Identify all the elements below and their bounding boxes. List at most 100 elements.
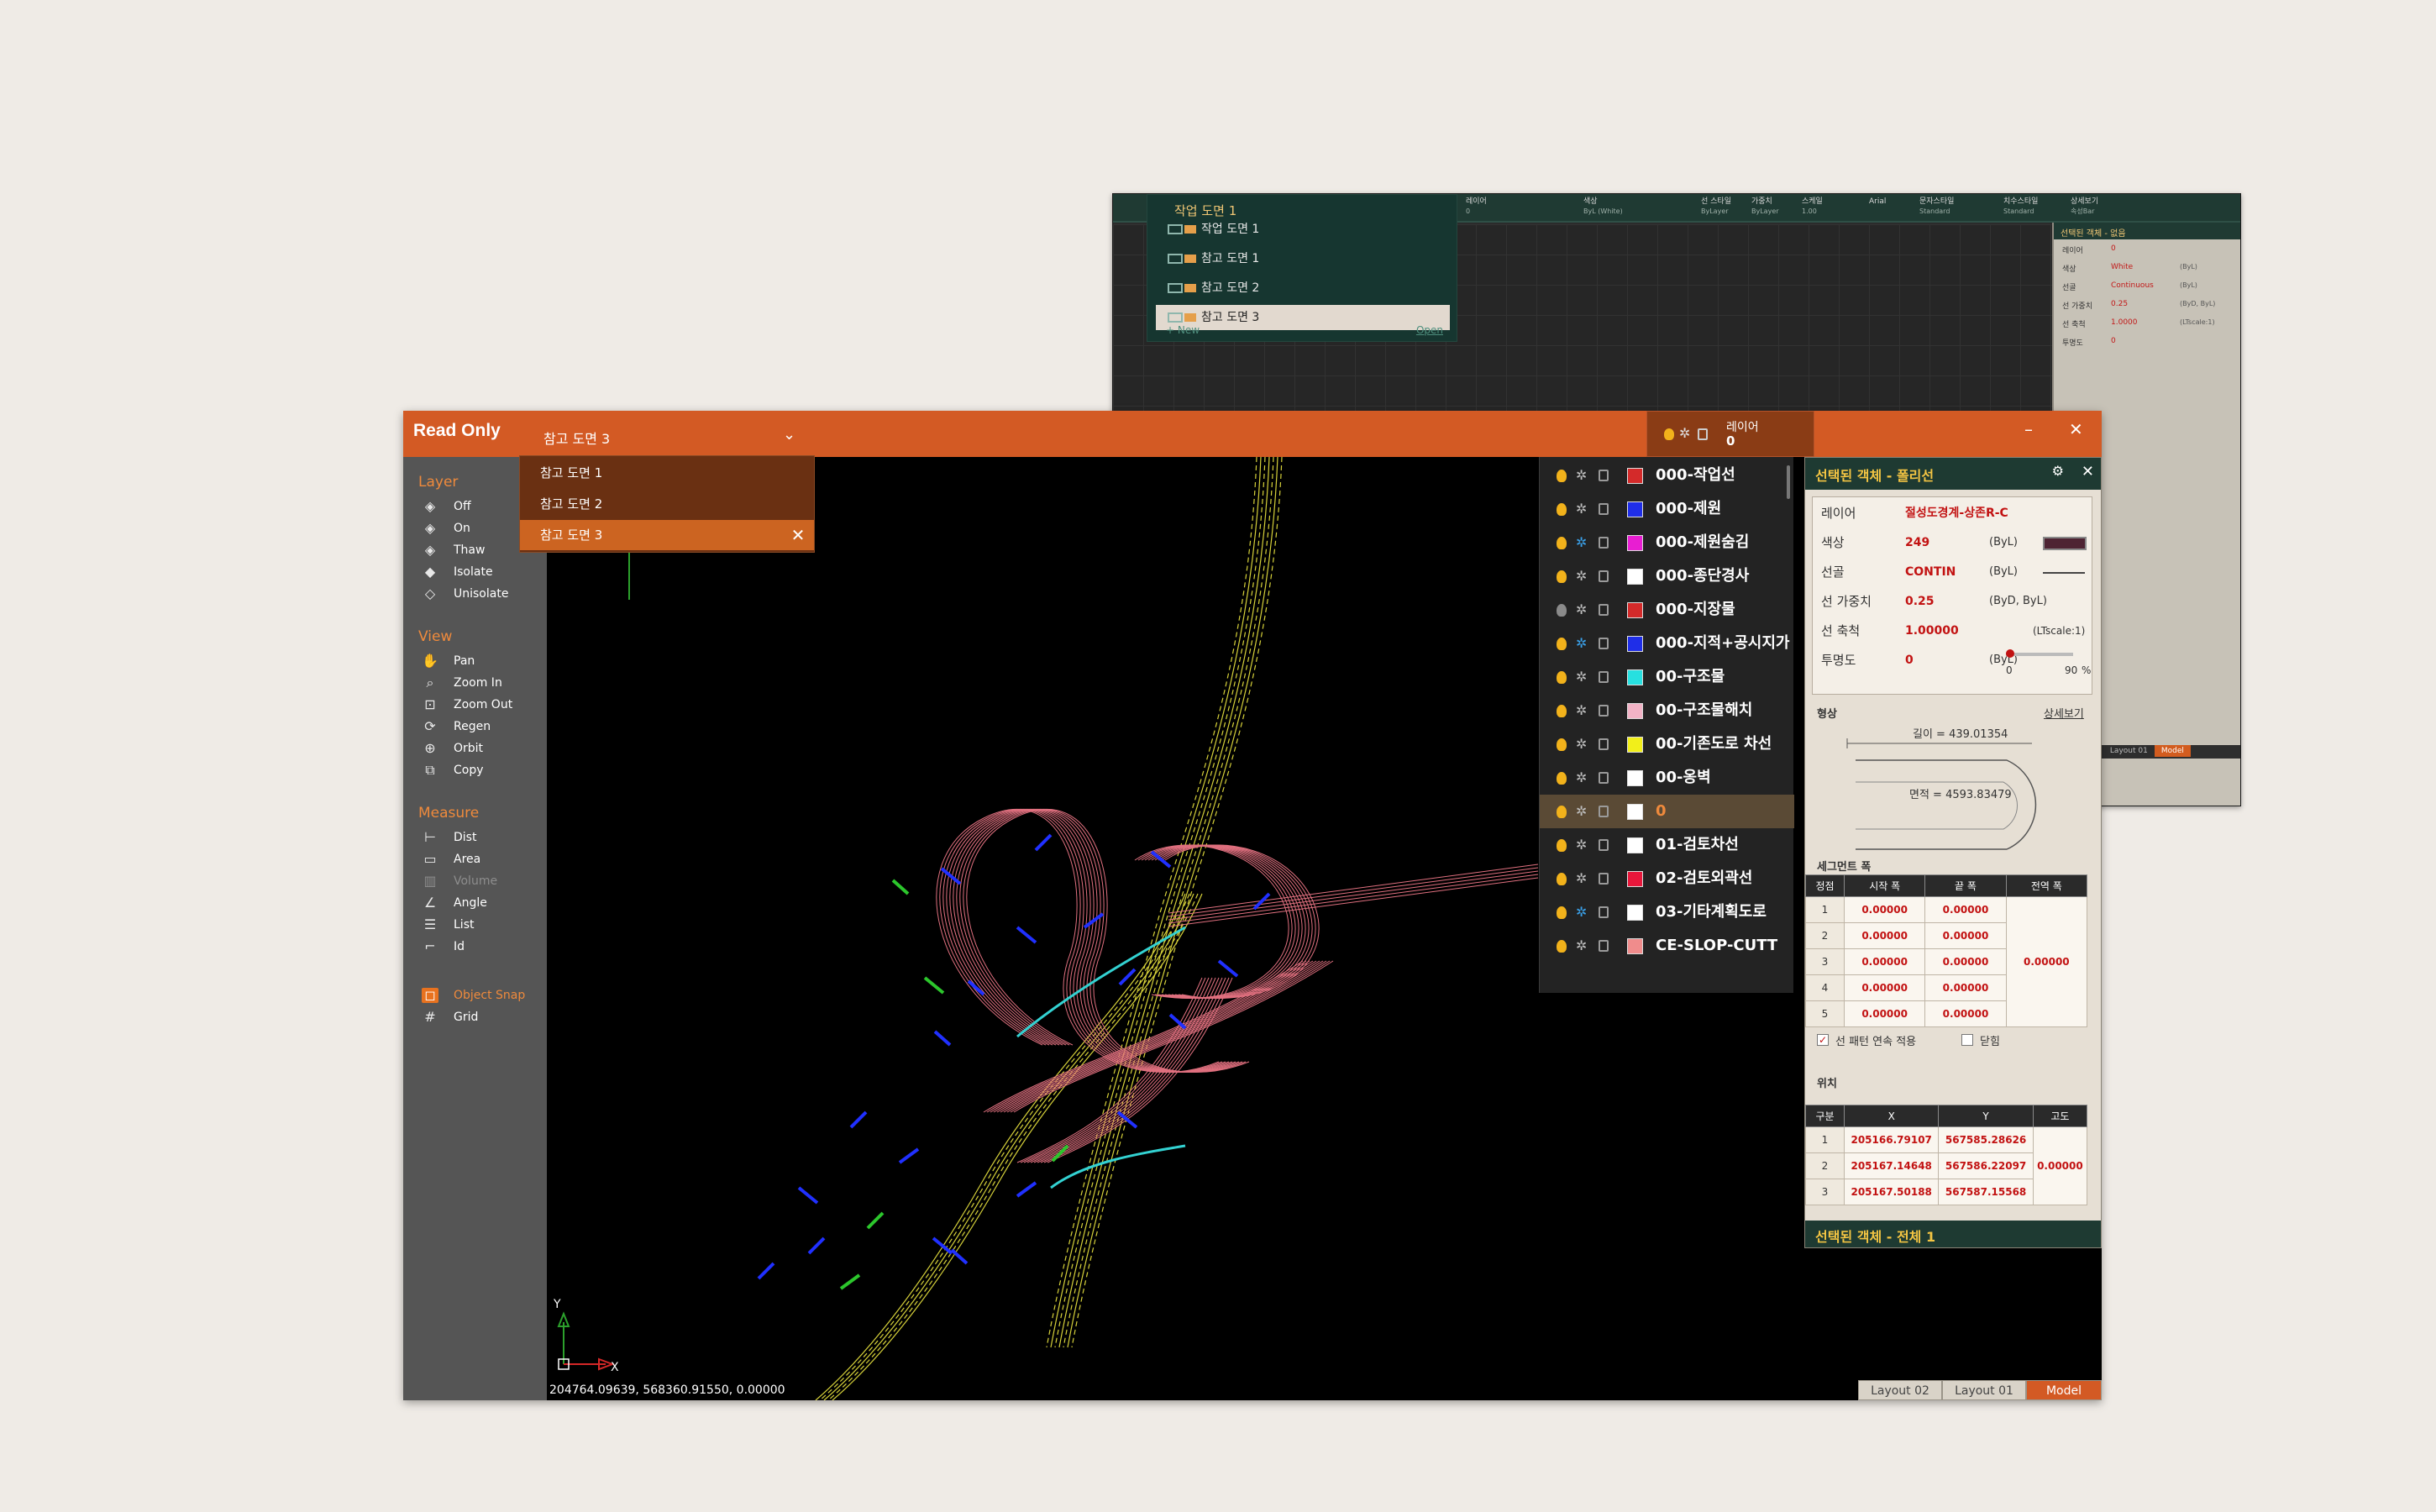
- back-drawing-item[interactable]: 작업 도면 1: [1156, 217, 1450, 242]
- start-width[interactable]: 0.00000: [1843, 948, 1926, 975]
- property-value[interactable]: 0: [1905, 648, 1914, 673]
- x-coordinate[interactable]: 205166.79107: [1843, 1126, 1940, 1153]
- lock-icon[interactable]: [1599, 604, 1609, 616]
- layer-color-swatch[interactable]: [1627, 569, 1643, 585]
- bulb-icon[interactable]: [1557, 470, 1567, 482]
- slider-knob[interactable]: [2006, 649, 2014, 658]
- back-drawing-item[interactable]: 참고 도면 3: [1156, 305, 1450, 330]
- close-icon[interactable]: ✕: [2082, 463, 2094, 480]
- elevation[interactable]: 0.00000: [2032, 1126, 2088, 1205]
- bulb-icon[interactable]: [1557, 604, 1567, 617]
- layer-color-swatch[interactable]: [1627, 636, 1643, 652]
- layer-row[interactable]: ✲ 000-지적+공시지가: [1540, 627, 1794, 660]
- lock-icon[interactable]: [1599, 537, 1609, 549]
- bulb-icon[interactable]: [1557, 570, 1567, 583]
- start-width[interactable]: 0.00000: [1843, 896, 1926, 923]
- layer-row[interactable]: ✲ 000-종단경사: [1540, 559, 1794, 593]
- property-value[interactable]: CONTIN: [1905, 559, 1956, 585]
- sun-icon[interactable]: ✲: [1576, 534, 1587, 551]
- settings-icon[interactable]: ⚙: [2052, 463, 2064, 479]
- lock-icon[interactable]: [1599, 772, 1609, 784]
- global-width[interactable]: 0.00000: [2005, 896, 2088, 1027]
- lock-icon[interactable]: [1599, 671, 1609, 683]
- lock-icon[interactable]: [1599, 940, 1609, 952]
- back-ribbon-item[interactable]: 치수스타일 Standard: [2003, 197, 2038, 216]
- drawing-dropdown-item[interactable]: 참고 도면 3 ✕: [520, 520, 814, 550]
- bulb-icon[interactable]: [1557, 537, 1567, 549]
- start-width[interactable]: 0.00000: [1843, 1000, 1926, 1027]
- layer-color-swatch[interactable]: [1627, 703, 1643, 719]
- sun-icon[interactable]: ✲: [1576, 736, 1587, 753]
- layer-row[interactable]: ✲ 00-기존도로 차선: [1540, 727, 1794, 761]
- transparency-slider[interactable]: [2006, 649, 2073, 658]
- bulb-icon[interactable]: [1557, 503, 1567, 516]
- back-ribbon-item[interactable]: 선 스타일 ByLayer: [1701, 197, 1731, 216]
- detail-view-link[interactable]: 상세보기: [2044, 705, 2084, 721]
- minimize-button[interactable]: –: [2024, 419, 2033, 439]
- start-width[interactable]: 0.00000: [1843, 922, 1926, 949]
- sun-icon[interactable]: ✲: [1576, 467, 1587, 484]
- layout-tab[interactable]: Model: [2026, 1380, 2102, 1400]
- property-value[interactable]: 249: [1905, 530, 1929, 555]
- y-coordinate[interactable]: 567587.15568: [1938, 1179, 2034, 1205]
- current-drawing-selector[interactable]: 참고 도면 3: [543, 428, 610, 448]
- bulb-icon[interactable]: [1557, 772, 1567, 785]
- end-width[interactable]: 0.00000: [1924, 974, 2007, 1001]
- back-layout-tab[interactable]: Layout 01: [2103, 745, 2155, 757]
- lock-icon[interactable]: [1599, 570, 1609, 582]
- layer-row[interactable]: ✲ 0: [1540, 795, 1794, 828]
- position-row[interactable]: 1 205166.79107 567585.28626 0.00000: [1805, 1126, 2088, 1205]
- layer-color-swatch[interactable]: [1627, 468, 1643, 484]
- sun-icon[interactable]: ✲: [1576, 568, 1587, 585]
- lock-icon[interactable]: [1599, 806, 1609, 817]
- segment-row[interactable]: 1 0.00000 0.00000 0.00000: [1805, 896, 2088, 1027]
- lock-icon[interactable]: [1599, 503, 1609, 515]
- layer-color-swatch[interactable]: [1627, 905, 1643, 921]
- open-drawing-link[interactable]: Open: [1416, 324, 1443, 336]
- layer-row[interactable]: ✲ 02-검토외곽선: [1540, 862, 1794, 895]
- back-ribbon-item[interactable]: 문자스타일 Standard: [1919, 197, 1954, 216]
- layer-color-swatch[interactable]: [1627, 669, 1643, 685]
- layer-row[interactable]: ✲ 000-지장물: [1540, 593, 1794, 627]
- property-value[interactable]: 절성도경계-상존R-C: [1905, 501, 2008, 526]
- layer-color-swatch[interactable]: [1627, 535, 1643, 551]
- bulb-icon[interactable]: [1557, 873, 1567, 885]
- sun-icon[interactable]: ✲: [1576, 501, 1587, 517]
- layer-color-swatch[interactable]: [1627, 737, 1643, 753]
- drawing-dropdown-item[interactable]: 참고 도면 1: [520, 458, 814, 488]
- layer-row[interactable]: ✲ 00-옹벽: [1540, 761, 1794, 795]
- back-ribbon-item[interactable]: Arial: [1869, 197, 1886, 207]
- lock-icon[interactable]: [1599, 738, 1609, 750]
- end-width[interactable]: 0.00000: [1924, 1000, 2007, 1027]
- layer-row[interactable]: ✲ 000-제원: [1540, 492, 1794, 526]
- lock-icon[interactable]: [1599, 906, 1609, 918]
- layer-row[interactable]: ✲ CE-SLOP-CUTT: [1540, 929, 1794, 963]
- layer-row[interactable]: ✲ 00-구조물해치: [1540, 694, 1794, 727]
- layer-color-swatch[interactable]: [1627, 804, 1643, 820]
- layer-row[interactable]: ✲ 000-제원숨김: [1540, 526, 1794, 559]
- sun-icon[interactable]: ✲: [1576, 635, 1587, 652]
- sun-icon[interactable]: ✲: [1576, 870, 1587, 887]
- bulb-icon[interactable]: [1557, 705, 1567, 717]
- bulb-icon[interactable]: [1557, 638, 1567, 650]
- lock-icon[interactable]: [1599, 470, 1609, 481]
- current-layer-indicator[interactable]: ✲ 레이어 0: [1646, 411, 1814, 457]
- sun-icon[interactable]: ✲: [1576, 904, 1587, 921]
- layer-row[interactable]: ✲ 01-검토차선: [1540, 828, 1794, 862]
- property-value[interactable]: 0.25: [1905, 589, 1935, 614]
- sidebar-item-id[interactable]: ⌐ Id: [418, 934, 544, 959]
- layer-row[interactable]: ✲ 000-작업선: [1540, 459, 1794, 492]
- layer-color-swatch[interactable]: [1627, 602, 1643, 618]
- back-ribbon-item[interactable]: 상세보기 속성Bar: [2071, 197, 2098, 216]
- sun-icon[interactable]: ✲: [1576, 769, 1587, 786]
- close-button[interactable]: ✕: [2069, 419, 2083, 439]
- drawing-dropdown-item[interactable]: 참고 도면 2: [520, 489, 814, 519]
- bulb-icon[interactable]: [1557, 940, 1567, 953]
- layer-row[interactable]: ✲ 00-구조물: [1540, 660, 1794, 694]
- sun-icon[interactable]: ✲: [1576, 837, 1587, 853]
- bulb-icon[interactable]: [1557, 806, 1567, 818]
- x-coordinate[interactable]: 205167.14648: [1843, 1152, 1940, 1179]
- lock-icon[interactable]: [1599, 705, 1609, 717]
- linetype-continuous-checkbox[interactable]: ✓: [1817, 1034, 1829, 1046]
- closed-checkbox[interactable]: [1961, 1034, 1973, 1046]
